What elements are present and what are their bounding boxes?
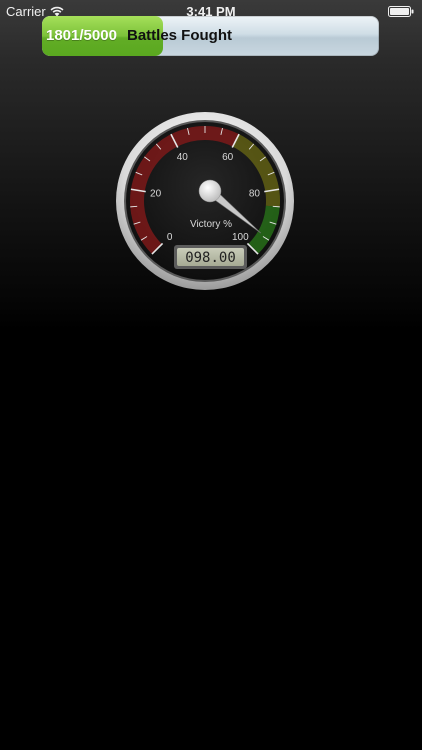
- gauge-title: Victory %: [190, 219, 232, 230]
- battles-progress-bar: 1801/5000 Battles Fought: [42, 16, 379, 56]
- gauge-tick-label: 60: [222, 152, 234, 163]
- gauge-tick-label: 40: [177, 152, 189, 163]
- gauge-readout: 098.00: [174, 245, 247, 269]
- gauge-dial: 0 20 40 60 80 100 Victory % 098.00: [116, 112, 294, 290]
- battery-icon: [388, 6, 414, 17]
- gauge-readout-value: 098.00: [185, 250, 236, 266]
- gauge-tick-label: 100: [232, 232, 249, 243]
- gauge-tick-label: 20: [150, 189, 162, 200]
- victory-gauge: 0 20 40 60 80 100 Victory % 098.00: [115, 111, 295, 291]
- gauge-needle-hub: [198, 179, 222, 203]
- gauge-tick-label: 80: [249, 189, 261, 200]
- progress-caption: Battles Fought: [127, 27, 232, 44]
- progress-count-label: 1801/5000: [46, 27, 117, 44]
- gauge-minor-tick: [130, 205, 138, 208]
- gauge-tick-label: 0: [167, 232, 173, 243]
- app-screen: Carrier 3:41 PM 1801/5000 Battles Fought: [0, 0, 422, 750]
- gauge-minor-tick: [272, 205, 280, 208]
